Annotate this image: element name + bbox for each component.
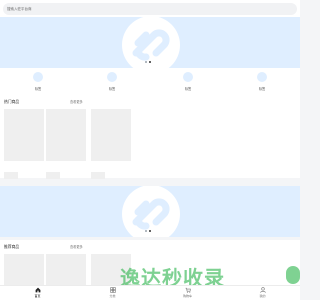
tab-label: 分类 xyxy=(109,294,116,298)
tab-category[interactable]: 分类 xyxy=(75,286,150,300)
user-icon xyxy=(259,287,266,293)
product-card[interactable] xyxy=(91,109,131,179)
carousel-dots xyxy=(145,230,157,234)
product-title-placeholder xyxy=(46,172,60,179)
tab-profile[interactable]: 我的 xyxy=(225,286,300,300)
search-input[interactable]: 搜索入驻平台商 xyxy=(3,3,297,15)
tab-home[interactable]: 首页 xyxy=(0,286,75,300)
category-icon xyxy=(33,72,43,82)
category-item[interactable]: 标签 xyxy=(100,72,124,91)
grid-icon xyxy=(109,287,116,293)
bottom-tab-bar: 首页 分类 购物车 我的 xyxy=(0,285,300,300)
product-image xyxy=(91,109,131,161)
section-title: 热门商品 xyxy=(4,99,20,104)
tab-cart[interactable]: 购物车 xyxy=(150,286,225,300)
product-title-placeholder xyxy=(4,172,18,179)
category-item[interactable]: 标签 xyxy=(250,72,274,91)
category-label: 标签 xyxy=(108,87,116,91)
banner-carousel[interactable] xyxy=(0,17,300,68)
carousel-dot-active[interactable] xyxy=(149,230,151,232)
product-image xyxy=(46,109,86,161)
category-label: 标签 xyxy=(258,87,266,91)
product-card[interactable] xyxy=(4,109,44,179)
view-more-link[interactable]: 查看更多 xyxy=(70,99,83,104)
carousel-dot[interactable] xyxy=(145,230,147,232)
category-icon xyxy=(183,72,193,82)
watermark-badge xyxy=(286,266,300,284)
category-label: 标签 xyxy=(34,87,42,91)
tab-label: 我的 xyxy=(259,294,266,298)
product-card[interactable] xyxy=(46,109,86,179)
cart-icon xyxy=(185,287,191,293)
category-icon xyxy=(107,72,117,82)
carousel-dots xyxy=(145,61,157,65)
section-title: 推荐商品 xyxy=(4,244,20,249)
home-icon xyxy=(35,287,40,293)
hot-products-section: 热门商品 查看更多 xyxy=(0,95,300,179)
view-more-link[interactable]: 查看更多 xyxy=(70,244,83,249)
product-title-placeholder xyxy=(91,172,105,179)
category-item[interactable]: 标签 xyxy=(26,72,50,91)
search-bar: 搜索入驻平台商 xyxy=(0,0,300,18)
category-item[interactable]: 标签 xyxy=(176,72,200,91)
category-label: 标签 xyxy=(184,87,192,91)
category-icon xyxy=(257,72,267,82)
banner-carousel-secondary[interactable] xyxy=(0,186,300,237)
tab-label: 首页 xyxy=(34,294,41,298)
carousel-dot-active[interactable] xyxy=(149,61,151,63)
category-row: 标签 标签 标签 标签 xyxy=(0,68,300,98)
product-image xyxy=(4,109,44,161)
tab-label: 购物车 xyxy=(182,294,192,298)
carousel-dot[interactable] xyxy=(145,61,147,63)
